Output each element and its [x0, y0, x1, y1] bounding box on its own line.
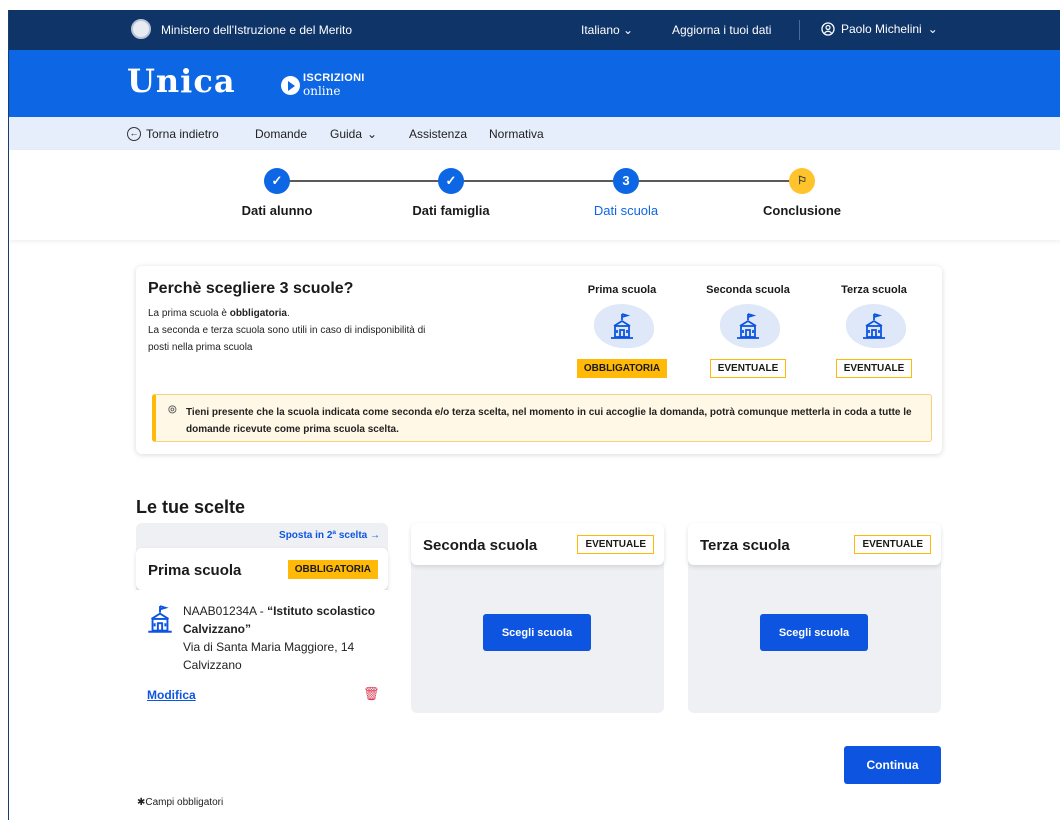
required-badge: OBBLIGATORIA: [576, 359, 668, 378]
iscrizioni-logo-subtext: online: [303, 84, 341, 98]
school-illustration: [832, 302, 916, 358]
second-school-header: Seconda scuola EVENTUALE: [411, 523, 664, 565]
badge-wrap: OBBLIGATORIA: [287, 559, 378, 579]
step-1-check-icon: ✓: [264, 168, 290, 194]
unica-logo[interactable]: Unica: [127, 62, 236, 100]
user-circle-icon: [821, 22, 835, 36]
info-card: Perchè scegliere 3 scuole? La prima scuo…: [136, 266, 942, 454]
info-text-bold: obbligatoria: [229, 308, 287, 319]
chevron-down-icon: ⌄: [927, 22, 938, 36]
school-illustration: [580, 302, 664, 358]
update-data-link[interactable]: Aggiorna i tuoi dati: [672, 23, 771, 37]
school-building-icon: [737, 313, 759, 339]
school-info: NAAB01234A - “Istituto scolastico Calviz…: [183, 602, 383, 674]
iscrizioni-play-icon: [281, 76, 300, 95]
arrow-left-icon: ←: [127, 127, 141, 141]
move-to-second-link[interactable]: Sposta in 2ª scelta →: [279, 530, 380, 541]
info-school-first: Prima scuola OBBLIGATORIA: [567, 284, 677, 378]
brand-bar: Unica ISCRIZIONI online: [9, 50, 1060, 117]
third-school-header: Terza scuola EVENTUALE: [688, 523, 941, 565]
topbar-divider: [799, 20, 800, 40]
flag-icon: ⚐: [789, 168, 815, 194]
info-text-suffix: .: [286, 308, 290, 319]
nav-guida-label: Guida: [330, 127, 363, 141]
nav-item-guida[interactable]: Guida ⌄: [330, 127, 377, 141]
continue-button[interactable]: Continua: [844, 746, 941, 784]
user-menu[interactable]: Paolo Michelini ⌄: [821, 22, 938, 36]
required-fields-note: ✱Campi obbligatori: [137, 797, 224, 808]
back-label: Torna indietro: [146, 127, 219, 141]
school-building-icon: [611, 313, 633, 339]
info-text-line2: La seconda e terza scuola sono utili in …: [148, 325, 426, 336]
third-school-card: Terza scuola EVENTUALE Scegli scuola: [688, 523, 941, 713]
step-label-conclusione: Conclusione: [762, 203, 841, 218]
first-school-header: Prima scuola OBBLIGATORIA: [136, 548, 388, 590]
info-school-name: Prima scuola: [587, 284, 657, 296]
required-badge: OBBLIGATORIA: [287, 560, 378, 579]
iscrizioni-logo-text: ISCRIZIONI: [303, 72, 365, 84]
eye-icon: ◎: [168, 404, 177, 415]
choose-second-school-button[interactable]: Scegli scuola: [483, 614, 591, 651]
optional-badge: EVENTUALE: [854, 535, 931, 554]
info-school-third: Terza scuola EVENTUALE: [819, 284, 929, 378]
step-label-dati-famiglia: Dati famiglia: [412, 203, 490, 218]
badge-wrap: EVENTUALE: [854, 534, 931, 554]
top-bar: Ministero dell'Istruzione e del Merito I…: [9, 10, 1060, 50]
user-name: Paolo Michelini: [841, 22, 922, 36]
school-illustration: [706, 302, 790, 358]
progress-stepper: ✓ ✓ 3 ⚐ Dati alunno Dati famiglia Dati s…: [9, 150, 1060, 240]
page: Ministero dell'Istruzione e del Merito I…: [8, 10, 1060, 820]
step-label-dati-alunno: Dati alunno: [241, 203, 313, 218]
notice-text: Tieni presente che la scuola indicata co…: [186, 407, 912, 435]
info-school-second: Seconda scuola EVENTUALE: [693, 284, 803, 378]
info-text-prefix: La prima scuola è: [148, 308, 230, 319]
school-building-icon: [148, 605, 172, 633]
stepper-line: [463, 180, 618, 182]
nav-bar: ← Torna indietro Domande Guida ⌄ Assisten…: [9, 117, 1060, 150]
ministry-emblem-icon: [131, 19, 151, 39]
edit-school-link[interactable]: Modifica: [147, 688, 196, 702]
third-school-name: Terza scuola: [700, 537, 790, 554]
optional-badge: EVENTUALE: [577, 535, 654, 554]
school-city: Calvizzano: [183, 658, 242, 672]
notice-box: ◎ Tieni presente che la scuola indicata …: [152, 394, 932, 442]
badge-wrap: EVENTUALE: [577, 534, 654, 554]
chevron-down-icon: ⌄: [623, 23, 634, 37]
step-label-dati-scuola: Dati scuola: [593, 203, 659, 218]
info-school-name: Seconda scuola: [706, 284, 790, 296]
nav-item-normativa[interactable]: Normativa: [489, 127, 544, 141]
step-2-check-icon: ✓: [438, 168, 464, 194]
second-school-name: Seconda scuola: [423, 537, 538, 554]
stepper-line: [631, 180, 793, 182]
ministry-name[interactable]: Ministero dell'Istruzione e del Merito: [161, 23, 352, 37]
school-code: NAAB01234A -: [183, 604, 268, 618]
first-school-name: Prima scuola: [148, 562, 242, 579]
info-text-line1: La prima scuola è obbligatoria.: [148, 308, 290, 319]
info-school-name: Terza scuola: [841, 284, 907, 296]
nav-item-assistenza[interactable]: Assistenza: [409, 127, 467, 141]
step-3-number: 3: [613, 168, 639, 194]
trash-icon[interactable]: 🗑: [363, 686, 380, 702]
choose-third-school-button[interactable]: Scegli scuola: [760, 614, 868, 651]
stepper-line: [289, 180, 449, 182]
optional-badge: EVENTUALE: [835, 359, 913, 378]
school-building-icon: [863, 313, 885, 339]
nav-item-domande[interactable]: Domande: [255, 127, 307, 141]
info-title: Perchè scegliere 3 scuole?: [148, 280, 354, 297]
school-address: Via di Santa Maria Maggiore, 14: [183, 640, 355, 654]
choices-title: Le tue scelte: [136, 497, 246, 517]
optional-badge: EVENTUALE: [709, 359, 787, 378]
first-school-card: Sposta in 2ª scelta → Prima scuola OBBLI…: [136, 523, 388, 713]
second-school-card: Seconda scuola EVENTUALE Scegli scuola: [411, 523, 664, 713]
back-link[interactable]: ← Torna indietro: [127, 127, 219, 141]
language-label: Italiano: [581, 23, 620, 37]
chevron-down-icon: ⌄: [367, 127, 378, 141]
language-selector[interactable]: Italiano ⌄: [581, 23, 633, 37]
info-text-line3: posti nella prima scuola: [148, 342, 253, 353]
